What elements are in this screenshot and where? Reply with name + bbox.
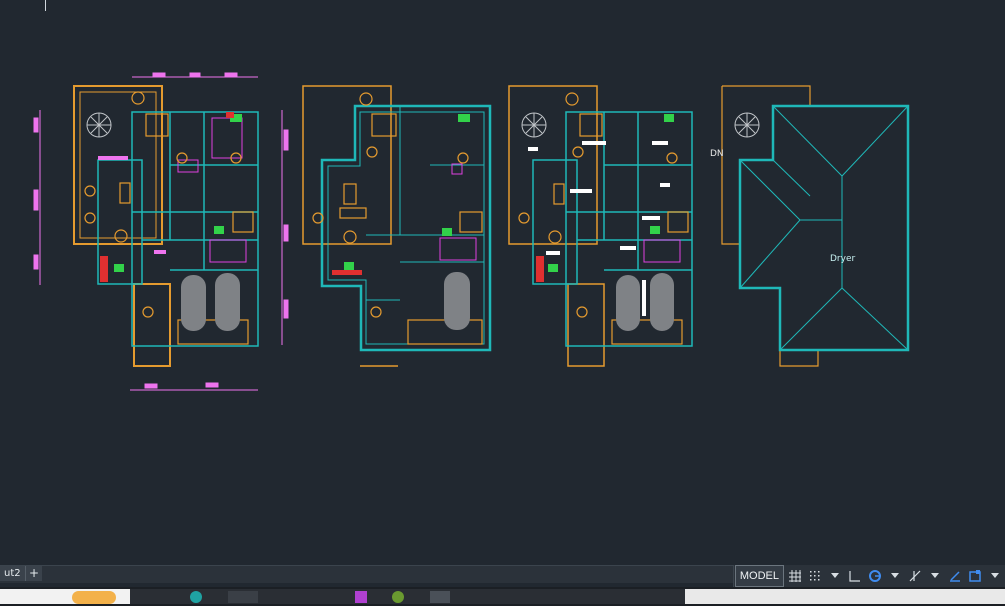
app-icon[interactable] [430,591,450,603]
os-taskbar [0,587,1005,606]
floor-plan-3 [508,85,693,367]
dropdown-icon[interactable] [986,566,1004,586]
app-icon[interactable] [190,591,202,603]
dropdown-icon[interactable] [886,566,904,586]
roof-plan: Dryer DN [710,85,910,367]
workspace-icon[interactable] [966,566,984,586]
taskbar-items [130,589,1005,604]
taskbar-window-thumbnail[interactable] [0,589,130,604]
dropdown-icon[interactable] [826,566,844,586]
status-bar: MODEL [732,565,1005,587]
room-label-dryer: Dryer [830,254,855,264]
app-icon[interactable] [228,591,258,603]
app-icon[interactable] [355,591,367,603]
floor-plan-2 [302,85,492,367]
stair-label-dn: DN [710,149,724,159]
add-layout-button[interactable]: + [26,566,42,581]
grid-icon[interactable] [786,566,804,586]
app-icon[interactable] [392,591,404,603]
osnap-icon[interactable] [906,566,924,586]
ortho-icon[interactable] [846,566,864,586]
layout-tab[interactable]: ut2 [0,566,26,581]
taskbar-window-thumbnail[interactable] [685,589,1005,604]
polar-icon[interactable] [866,566,884,586]
thumbnail-image [72,591,116,604]
drawing-canvas[interactable]: Dryer DN [0,0,1005,565]
annotate-icon[interactable] [946,566,964,586]
dropdown-icon[interactable] [926,566,944,586]
model-space-button[interactable]: MODEL [734,565,784,587]
floor-plans-drawing: Dryer DN [33,72,910,391]
snap-icon[interactable] [806,566,824,586]
floor-plan-1 [33,72,289,391]
